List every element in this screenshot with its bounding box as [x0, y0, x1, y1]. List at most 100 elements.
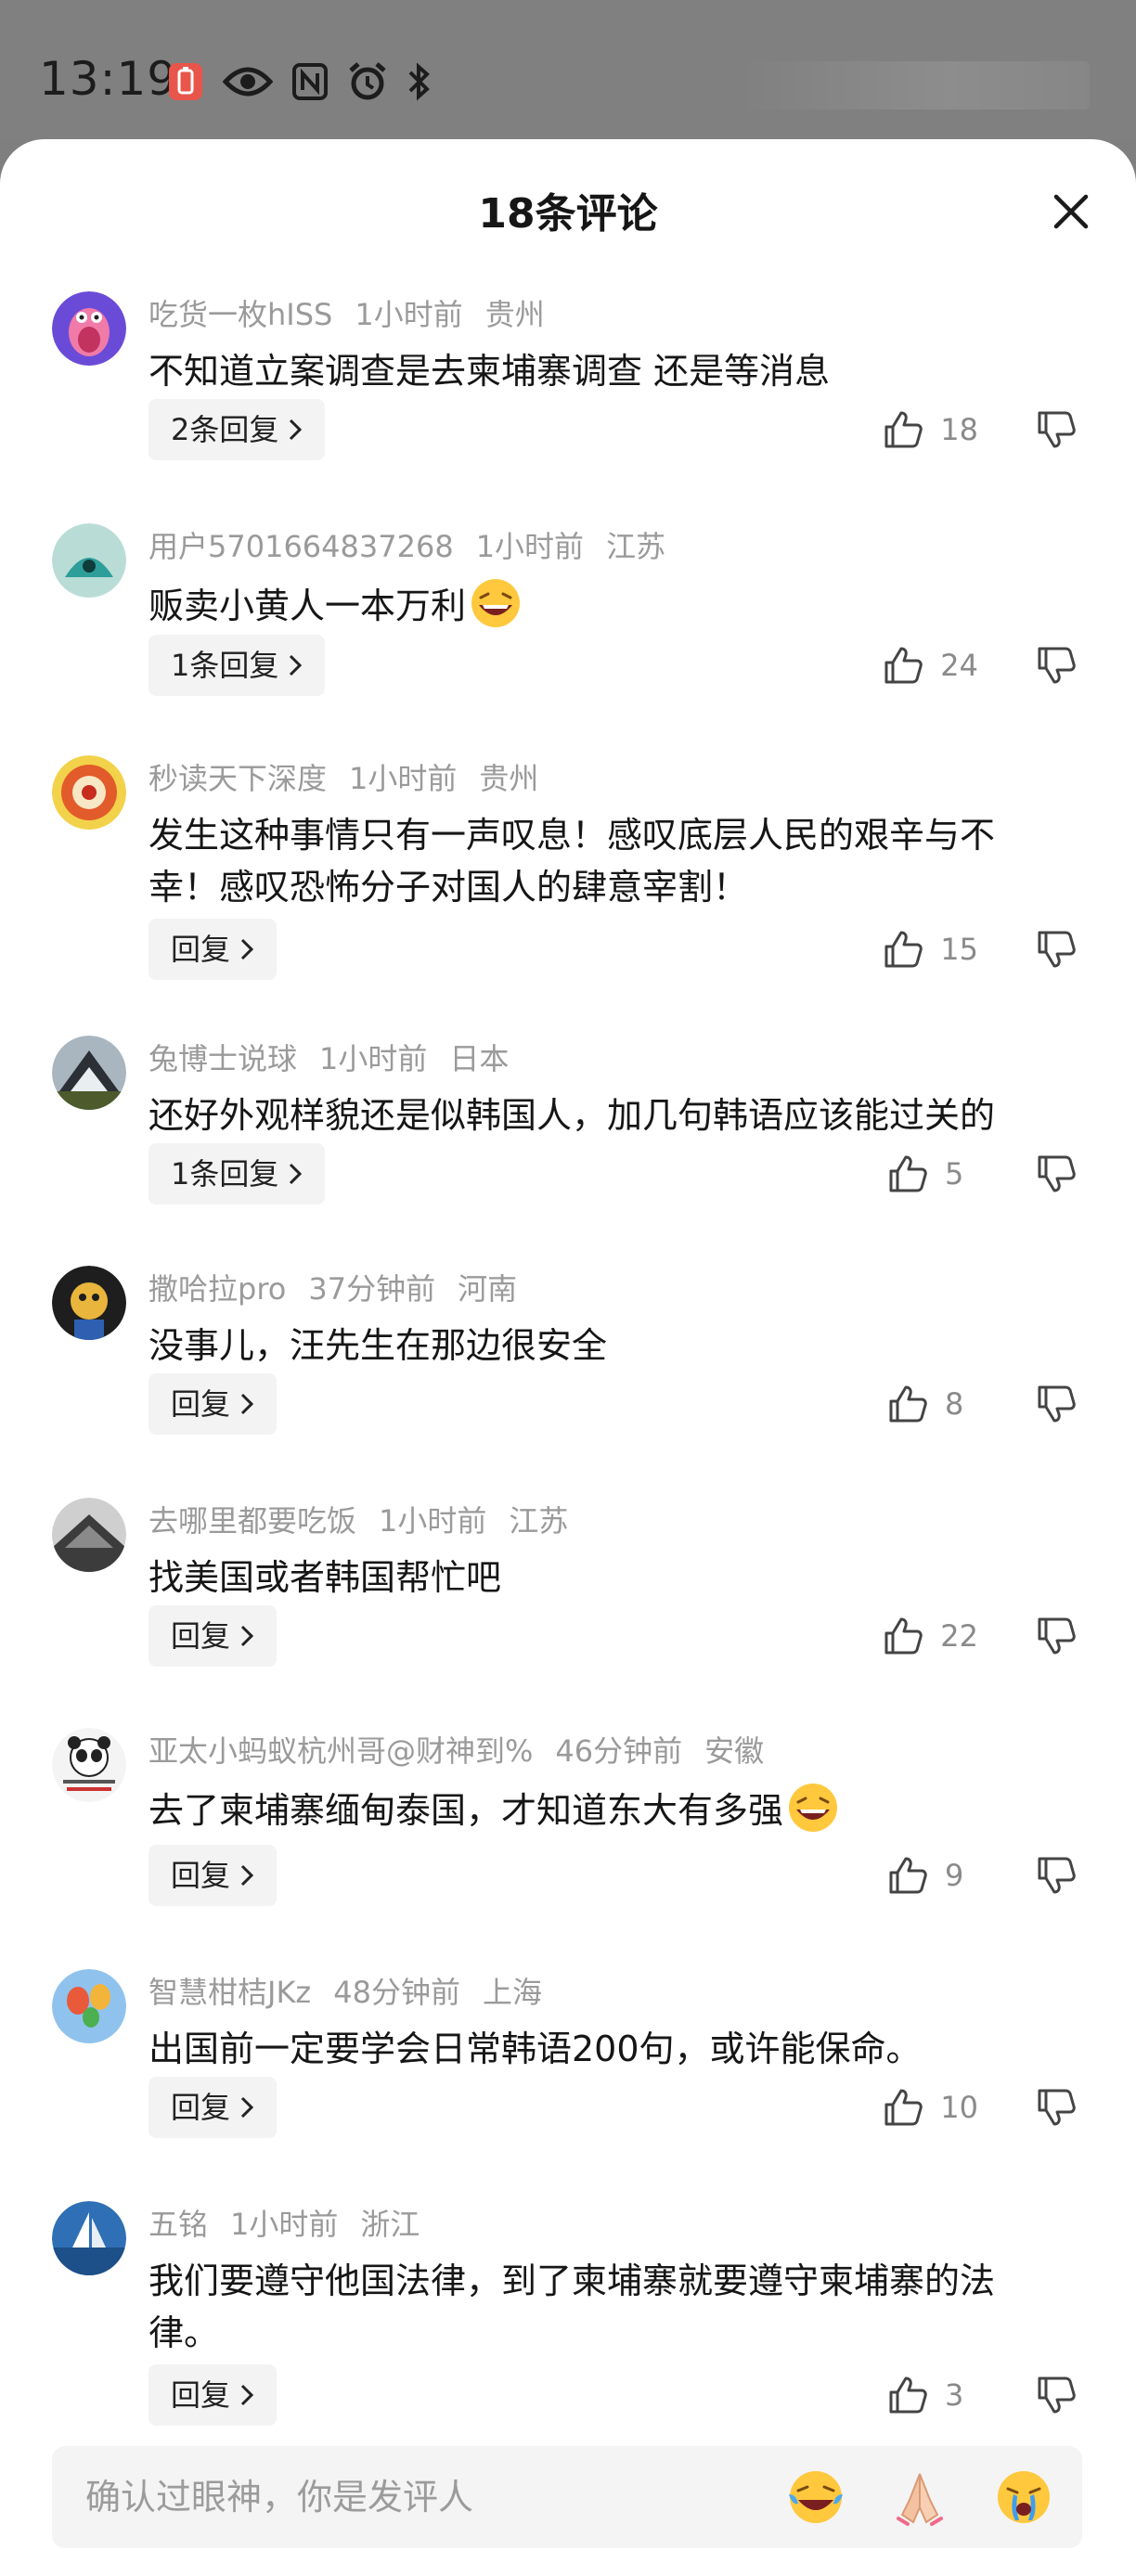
- reply-label: 回复: [171, 2090, 231, 2125]
- comment-text[interactable]: 不知道立案调查是去柬埔寨调查 还是等消息: [148, 345, 1049, 397]
- comment-location: 江苏: [606, 529, 666, 564]
- reply-button[interactable]: 1条回复: [148, 635, 326, 696]
- comment-time: 1小时前: [379, 1503, 487, 1539]
- thumbs-down-icon: [1038, 931, 1076, 968]
- chevron-right-icon: [240, 2384, 254, 2406]
- like-button[interactable]: 15: [883, 919, 978, 980]
- reply-label: 2条回复: [171, 412, 279, 447]
- comment-username[interactable]: 吃货一枚hISS: [148, 297, 332, 332]
- chevron-right-icon: [240, 938, 254, 960]
- status-icons: [167, 61, 432, 102]
- close-button[interactable]: [1043, 184, 1099, 239]
- dislike-button[interactable]: [1036, 2364, 1077, 2426]
- thumbs-up-icon: [884, 1617, 923, 1655]
- dislike-button[interactable]: [1036, 635, 1077, 696]
- avatar[interactable]: [52, 1728, 126, 1802]
- crying-emoji[interactable]: [993, 2467, 1054, 2531]
- comment-location: 河南: [458, 1271, 518, 1307]
- reply-button[interactable]: 回复: [148, 919, 278, 980]
- comment-location: 江苏: [509, 1503, 569, 1539]
- comment-input[interactable]: 确认过眼神，你是发评人: [52, 2446, 1082, 2548]
- like-button[interactable]: 22: [883, 1605, 978, 1667]
- comment-text-content: 没事儿，汪先生在那边很安全: [148, 1325, 608, 1366]
- avatar[interactable]: [52, 1969, 126, 2043]
- dislike-button[interactable]: [1036, 1373, 1077, 1435]
- reply-button[interactable]: 回复: [148, 2077, 278, 2138]
- avatar[interactable]: [52, 2201, 126, 2275]
- comment-meta: 五铭 1小时前 浙江: [148, 2201, 442, 2244]
- avatar[interactable]: [52, 523, 126, 598]
- comment-text-content: 出国前一定要学会日常韩语200句，或许能保命。: [148, 2029, 922, 2069]
- like-button[interactable]: 5: [887, 1143, 978, 1204]
- chevron-right-icon: [290, 1163, 303, 1185]
- comment-time: 46分钟前: [555, 1733, 683, 1769]
- comment-text[interactable]: 出国前一定要学会日常韩语200句，或许能保命。: [148, 2023, 1049, 2075]
- dislike-button[interactable]: [1036, 399, 1077, 460]
- dislike-button[interactable]: [1036, 1143, 1077, 1204]
- comment-username[interactable]: 智慧柑桔JKz: [148, 1975, 311, 2010]
- like-button[interactable]: 8: [887, 1373, 978, 1435]
- dislike-button[interactable]: [1036, 1845, 1077, 1906]
- like-button[interactable]: 9: [887, 1845, 978, 1906]
- comment-username[interactable]: 亚太小蚂蚁杭州哥@财神到%: [148, 1733, 533, 1769]
- comment-time: 48分钟前: [333, 1975, 460, 2010]
- comment-username[interactable]: 秒读天下深度: [148, 761, 327, 796]
- praying-hands-emoji[interactable]: [889, 2467, 950, 2531]
- avatar[interactable]: [52, 755, 126, 830]
- like-button[interactable]: 18: [883, 399, 978, 460]
- comment-meta: 兔博士说球 1小时前 日本: [148, 1036, 531, 1078]
- chevron-right-icon: [240, 2096, 254, 2119]
- reply-button[interactable]: 回复: [148, 1373, 278, 1435]
- dislike-button[interactable]: [1036, 2077, 1077, 2138]
- quick-emoji-bar: [785, 2467, 1054, 2531]
- like-button[interactable]: 10: [883, 2077, 978, 2138]
- dislike-button[interactable]: [1036, 919, 1077, 980]
- comment-text[interactable]: 没事儿，汪先生在那边很安全: [148, 1320, 1049, 1372]
- avatar[interactable]: [52, 291, 126, 366]
- dislike-button[interactable]: [1036, 1605, 1077, 1667]
- comment-location: 安徽: [704, 1733, 765, 1769]
- comment-text[interactable]: 还好外观样貌还是似韩国人，加几句韩语应该能过关的: [148, 1089, 1049, 1141]
- comment-text-content: 还好外观样貌还是似韩国人，加几句韩语应该能过关的: [148, 1095, 996, 1136]
- close-icon: [1053, 194, 1089, 229]
- laughing-crying-emoji[interactable]: [785, 2467, 846, 2531]
- thumbs-up-icon: [884, 647, 923, 684]
- comment-text[interactable]: 发生这种事情只有一声叹息！感叹底层人民的艰辛与不幸！感叹恐怖分子对国人的肆意宰割…: [148, 809, 1049, 913]
- comment-text[interactable]: 找美国或者韩国帮忙吧: [148, 1552, 1049, 1604]
- comment-username[interactable]: 兔博士说球: [148, 1041, 297, 1076]
- reply-button[interactable]: 1条回复: [148, 1143, 326, 1204]
- eye-icon: [223, 63, 273, 100]
- comment-username[interactable]: 撒哈拉pro: [148, 1271, 286, 1307]
- thumbs-down-icon: [1038, 2376, 1076, 2414]
- like-button[interactable]: 24: [883, 635, 978, 696]
- chevron-right-icon: [240, 1393, 254, 1415]
- like-count: 18: [940, 412, 978, 447]
- thumbs-down-icon: [1038, 411, 1076, 448]
- comment-text[interactable]: 贩卖小黄人一本万利: [148, 577, 1049, 643]
- laughing-emoji: [470, 577, 522, 643]
- chevron-right-icon: [240, 1625, 254, 1647]
- comment-text[interactable]: 去了柬埔寨缅甸泰国，才知道东大有多强: [148, 1782, 1049, 1848]
- avatar[interactable]: [52, 1266, 126, 1340]
- like-count: 5: [945, 1156, 964, 1191]
- comment-username[interactable]: 去哪里都要吃饭: [148, 1503, 356, 1539]
- reply-button[interactable]: 回复: [148, 1845, 278, 1906]
- like-button[interactable]: 3: [887, 2364, 978, 2426]
- nfc-icon: [291, 62, 329, 101]
- reply-label: 回复: [171, 1618, 231, 1654]
- reply-button[interactable]: 回复: [148, 1605, 278, 1667]
- like-count: 24: [940, 648, 978, 683]
- comment-username[interactable]: 用户5701664837268: [148, 529, 454, 564]
- comment-time: 1小时前: [475, 529, 585, 564]
- comment-text[interactable]: 我们要遵守他国法律，到了柬埔寨就要遵守柬埔寨的法律。: [148, 2255, 1049, 2359]
- input-placeholder: 确认过眼神，你是发评人: [85, 2477, 474, 2518]
- reply-button[interactable]: 回复: [148, 2364, 278, 2426]
- reply-button[interactable]: 2条回复: [148, 399, 326, 460]
- thumbs-up-icon: [889, 2376, 927, 2414]
- notification-badge-icon: [167, 61, 204, 102]
- avatar[interactable]: [52, 1498, 126, 1572]
- like-count: 10: [940, 2090, 978, 2125]
- status-time: 13:19: [39, 52, 178, 106]
- avatar[interactable]: [52, 1036, 126, 1110]
- comment-username[interactable]: 五铭: [148, 2207, 208, 2242]
